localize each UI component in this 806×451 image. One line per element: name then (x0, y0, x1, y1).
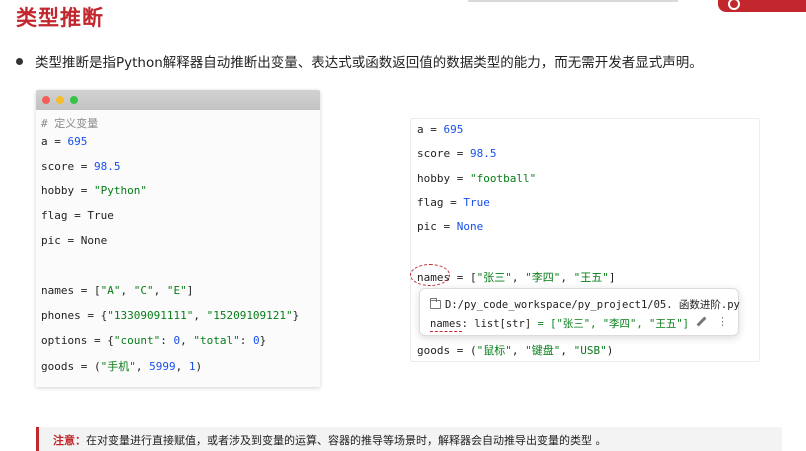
file-path-row: D:/py_code_workspace/py_project1/05. 函数进… (430, 297, 740, 312)
bullet-dot-icon (16, 57, 23, 65)
close-dot-icon (42, 96, 50, 104)
more-vertical-icon[interactable]: ⋮ (717, 315, 728, 328)
highlight-circle (410, 264, 450, 286)
code-line-goods: goods = ("手机", 5999, 1) (41, 360, 203, 373)
maximize-dot-icon (70, 96, 78, 104)
code-line-goods: goods = ("鼠标", "键盘", "USB") (417, 344, 614, 357)
top-divider (468, 0, 678, 2)
top-corner-button[interactable] (718, 0, 806, 12)
tooltip-actions: ⋮ (696, 315, 728, 328)
note-body: 在对变量进行直接赋值，或者涉及到变量的运算、容器的推导等场景时，解释器会自动推导… (86, 434, 607, 447)
note-label: 注意： (53, 434, 86, 447)
code-line-names: names = ["A", "C", "E"] (41, 284, 194, 297)
type-hint-tooltip: D:/py_code_workspace/py_project1/05. 函数进… (419, 288, 740, 336)
window-titlebar (36, 90, 320, 110)
code-line-pic: pic = None (41, 234, 108, 247)
code-window-left: # 定义变量 a = 695 score = 98.5 hobby = "Pyt… (36, 90, 320, 387)
code-line-pic: pic = None (417, 220, 484, 233)
page-title: 类型推断 (16, 6, 104, 30)
minimize-dot-icon (56, 96, 64, 104)
pencil-icon[interactable] (696, 316, 707, 327)
code-line-hobby: hobby = "Python" (41, 184, 147, 197)
code-comment: # 定义变量 (41, 117, 99, 130)
file-path: D:/py_code_workspace/py_project1/05. 函数进… (445, 299, 740, 311)
code-line-phones: phones = {"13309091111", "15209109121"} (41, 309, 300, 322)
type-signature: names: list[str] = ["张三", "李四", "王五"] (430, 318, 689, 332)
code-line-score: score = 98.5 (417, 147, 497, 160)
note-text: 注意：在对变量进行直接赋值，或者涉及到变量的运算、容器的推导等场景时，解释器会自… (53, 432, 607, 448)
code-line-a: a = 695 (417, 123, 464, 136)
intro-bullet: 类型推断是指Python解释器自动推断出变量、表达式或函数返回值的数据类型的能力… (16, 51, 796, 71)
code-line-hobby: hobby = "football" (417, 172, 537, 185)
circle-icon (728, 0, 740, 10)
intro-text: 类型推断是指Python解释器自动推断出变量、表达式或函数返回值的数据类型的能力… (35, 55, 703, 71)
code-line-a: a = 695 (41, 135, 88, 148)
note-bar: 注意：在对变量进行直接赋值，或者涉及到变量的运算、容器的推导等场景时，解释器会自… (36, 427, 782, 451)
code-line-flag: flag = True (417, 196, 490, 209)
folder-icon (430, 298, 441, 309)
code-line-flag: flag = True (41, 209, 114, 222)
signature-name: names (430, 318, 462, 332)
code-line-score: score = 98.5 (41, 160, 121, 173)
code-line-options: options = {"count": 0, "total": 0} (41, 334, 267, 347)
